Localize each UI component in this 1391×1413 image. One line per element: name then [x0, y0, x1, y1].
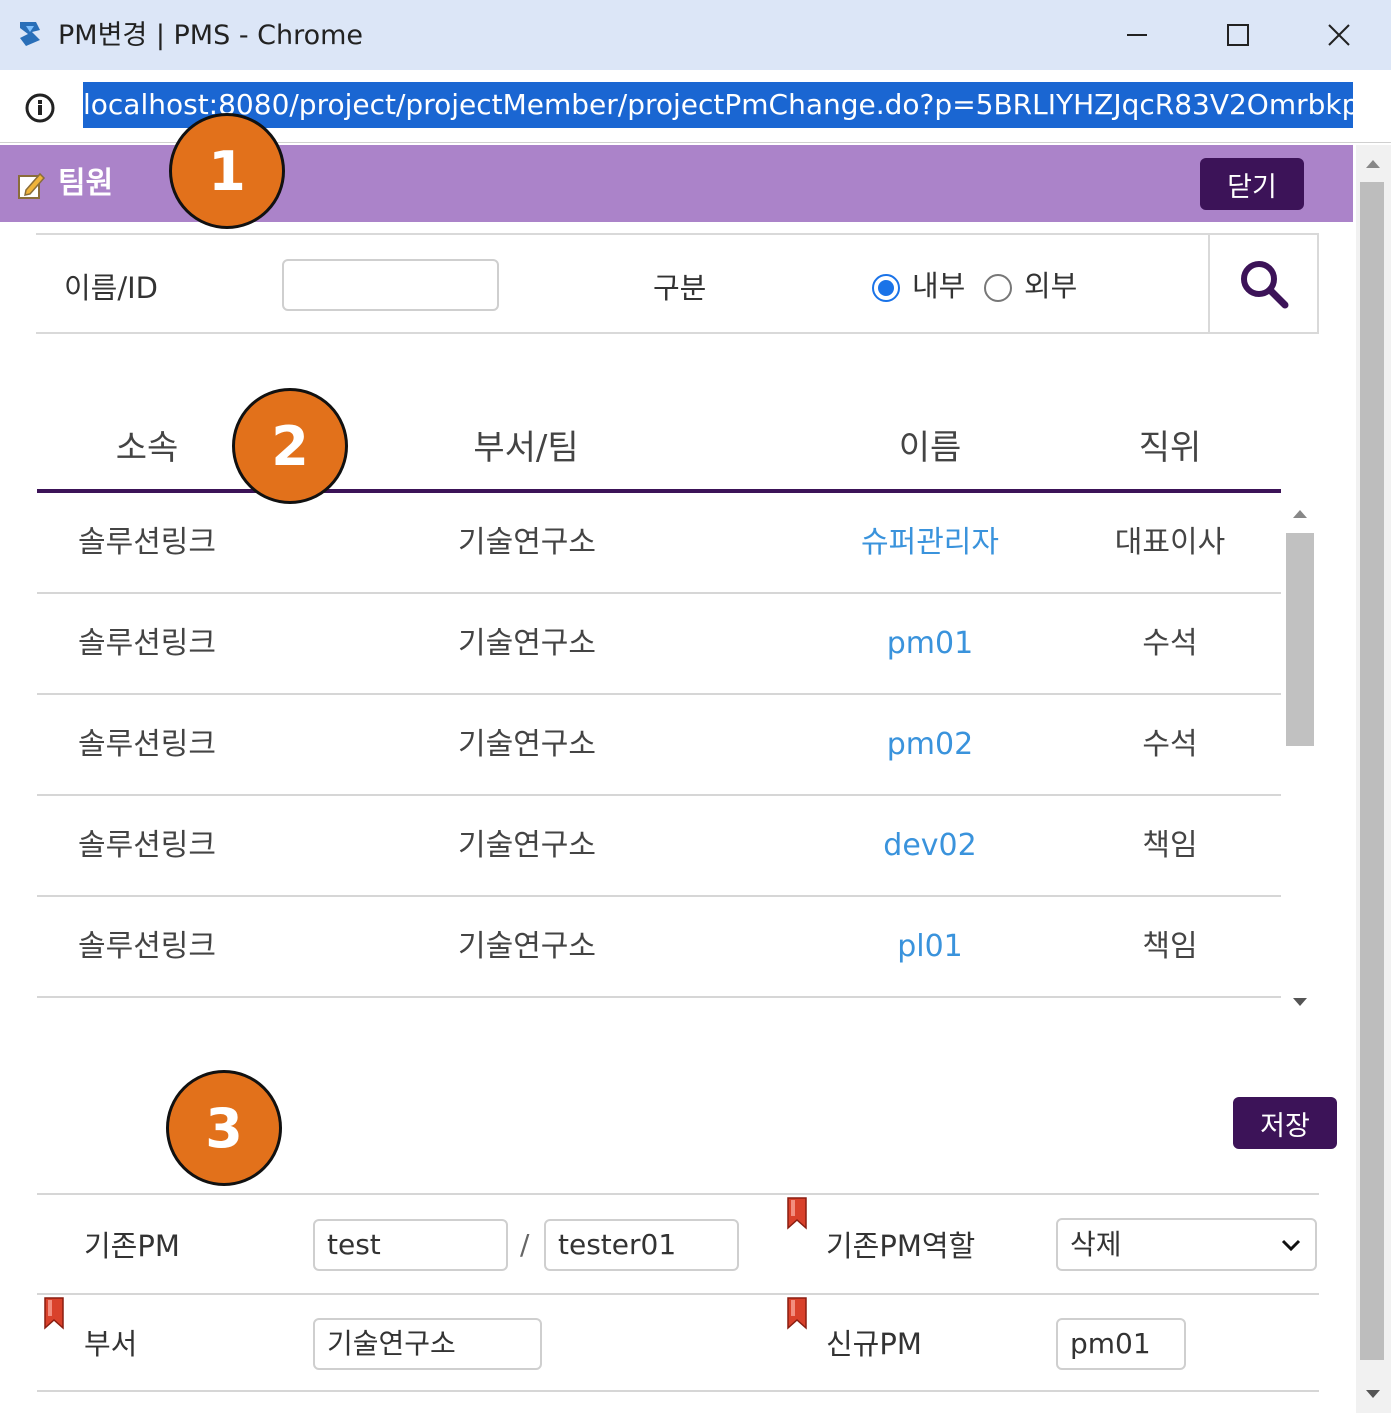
- cell-name-link[interactable]: dev02: [830, 824, 1030, 868]
- maximize-button[interactable]: [1208, 10, 1268, 60]
- cell-affiliation: 솔루션링크: [78, 525, 216, 560]
- name-id-input[interactable]: [282, 259, 499, 311]
- cell-position: 수석: [1142, 727, 1198, 762]
- table-row[interactable]: 솔루션링크 기술연구소 pl01 책임: [37, 897, 1281, 998]
- close-button[interactable]: 닫기: [1200, 158, 1304, 210]
- prev-pm-id-field[interactable]: tester01: [544, 1219, 739, 1271]
- popup-title: 팀원: [58, 166, 114, 201]
- maximize-icon: [1227, 24, 1249, 46]
- annotation-badge-2: 2: [232, 388, 348, 504]
- scroll-down-arrow-icon[interactable]: [1366, 1390, 1380, 1398]
- name-id-label: 이름/ID: [64, 271, 159, 305]
- cell-name-link[interactable]: pm01: [830, 622, 1030, 666]
- cell-affiliation: 솔루션링크: [78, 929, 216, 964]
- minimize-icon: [1127, 34, 1147, 36]
- info-icon[interactable]: [24, 92, 56, 124]
- search-button[interactable]: [1212, 236, 1316, 332]
- cell-affiliation: 솔루션링크: [78, 727, 216, 762]
- prev-pm-role-select[interactable]: 삭제: [1056, 1218, 1317, 1271]
- form-divider: [37, 1293, 1319, 1295]
- bookmark-icon: [786, 1296, 808, 1330]
- department-label: 부서: [84, 1327, 138, 1361]
- cell-department: 기술연구소: [458, 626, 596, 661]
- table-row[interactable]: 솔루션링크 기술연구소 dev02 책임: [37, 796, 1281, 897]
- radio-external-label[interactable]: 외부: [1024, 266, 1077, 306]
- cell-name-link[interactable]: 슈퍼관리자: [830, 521, 1030, 565]
- cell-position: 수석: [1142, 626, 1198, 661]
- bookmark-icon: [43, 1296, 65, 1330]
- minimize-button[interactable]: [1107, 10, 1167, 60]
- page-scroll-thumb[interactable]: [1360, 182, 1384, 1360]
- chevron-down-icon: [1281, 1239, 1301, 1251]
- cell-department: 기술연구소: [458, 929, 596, 964]
- table-row[interactable]: 솔루션링크 기술연구소 슈퍼관리자 대표이사: [37, 493, 1281, 594]
- url-field[interactable]: localhost:8080/project/projectMember/pro…: [83, 82, 1353, 128]
- form-divider: [37, 1193, 1319, 1195]
- annotation-badge-1: 1: [169, 113, 285, 229]
- prev-pm-label: 기존PM: [84, 1229, 180, 1263]
- scroll-up-arrow-icon[interactable]: [1366, 160, 1380, 168]
- save-button[interactable]: 저장: [1233, 1097, 1337, 1149]
- bookmark-icon: [786, 1196, 808, 1230]
- new-pm-field[interactable]: pm01: [1056, 1318, 1186, 1370]
- column-header-department[interactable]: 부서/팀: [420, 424, 632, 472]
- close-icon: [1328, 24, 1350, 46]
- cell-position: 책임: [1142, 828, 1198, 863]
- list-scroll-thumb[interactable]: [1286, 533, 1314, 746]
- radio-internal[interactable]: [872, 274, 900, 302]
- prev-pm-role-label: 기존PM역할: [826, 1229, 976, 1263]
- form-divider: [37, 1390, 1319, 1392]
- cell-affiliation: 솔루션링크: [78, 828, 216, 863]
- prev-pm-name-field[interactable]: test: [313, 1219, 508, 1271]
- type-label: 구분: [653, 271, 707, 305]
- radio-internal-label[interactable]: 내부: [912, 266, 965, 306]
- window-title: PM변경 | PMS - Chrome: [58, 20, 364, 51]
- app-icon: [14, 18, 46, 50]
- cell-department: 기술연구소: [458, 525, 596, 560]
- search-divider: [1208, 233, 1210, 334]
- search-icon: [1241, 261, 1289, 309]
- column-header-name[interactable]: 이름: [830, 424, 1030, 472]
- cell-position: 책임: [1142, 929, 1198, 964]
- annotation-badge-3: 3: [166, 1070, 282, 1186]
- window-close-button[interactable]: [1309, 10, 1369, 60]
- cell-affiliation: 솔루션링크: [78, 626, 216, 661]
- prev-pm-role-value: 삭제: [1070, 1227, 1122, 1261]
- list-scroll-up-icon[interactable]: [1293, 510, 1307, 518]
- list-scroll-down-icon[interactable]: [1293, 998, 1307, 1006]
- table-row[interactable]: 솔루션링크 기술연구소 pm01 수석: [37, 594, 1281, 695]
- radio-external[interactable]: [984, 274, 1012, 302]
- column-header-affiliation[interactable]: 소속: [40, 424, 254, 472]
- new-pm-label: 신규PM: [826, 1327, 922, 1361]
- cell-name-link[interactable]: pm02: [830, 723, 1030, 767]
- column-header-position[interactable]: 직위: [1090, 424, 1250, 472]
- cell-department: 기술연구소: [458, 828, 596, 863]
- separator-slash: /: [520, 1228, 530, 1261]
- table-row[interactable]: 솔루션링크 기술연구소 pm02 수석: [37, 695, 1281, 796]
- cell-name-link[interactable]: pl01: [830, 925, 1030, 969]
- cell-position: 대표이사: [1114, 525, 1226, 560]
- department-field[interactable]: 기술연구소: [313, 1318, 542, 1370]
- member-list: 솔루션링크 기술연구소 슈퍼관리자 대표이사 솔루션링크 기술연구소 pm01 …: [37, 493, 1281, 1000]
- cell-department: 기술연구소: [458, 727, 596, 762]
- edit-icon: [16, 170, 46, 200]
